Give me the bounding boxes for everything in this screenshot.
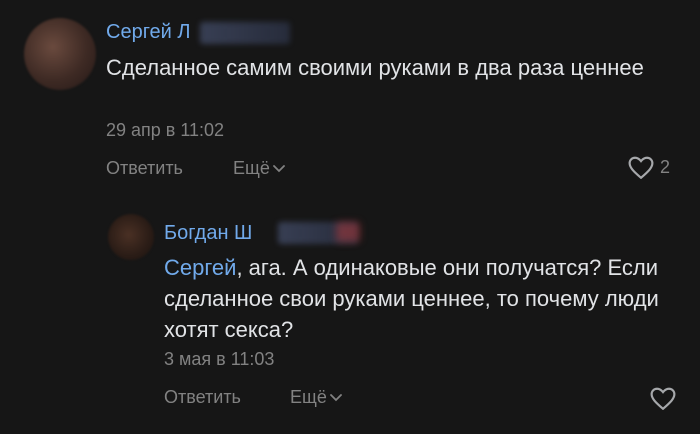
like-button[interactable]: 2 [628, 156, 670, 179]
comment-body: , ага. А одинаковые они получатся? Если … [164, 255, 659, 342]
comment-text: Сергей, ага. А одинаковые они получатся?… [164, 252, 664, 345]
more-label: Ещё [290, 387, 327, 407]
avatar[interactable] [24, 18, 96, 90]
reply-button[interactable]: Ответить [164, 387, 241, 408]
mention-link[interactable]: Сергей [164, 255, 236, 280]
more-button[interactable]: Ещё [233, 158, 285, 179]
like-button[interactable] [650, 387, 676, 410]
heart-outline-icon [650, 387, 676, 410]
like-count: 2 [660, 157, 671, 177]
chevron-down-icon [329, 394, 342, 402]
comment-author[interactable]: Богдан Ш [164, 222, 252, 245]
redacted-name-blur [200, 22, 290, 44]
comment-timestamp[interactable]: 3 мая в 11:03 [164, 349, 274, 370]
reply-button[interactable]: Ответить [106, 158, 183, 179]
avatar[interactable] [108, 214, 154, 260]
chevron-down-icon [272, 165, 285, 173]
heart-outline-icon [628, 156, 654, 179]
redacted-badge-blur [336, 222, 360, 242]
comment-text: Сделанное самим своими руками в два раза… [106, 55, 644, 80]
comment-timestamp[interactable]: 29 апр в 11:02 [106, 120, 224, 141]
more-button[interactable]: Ещё [290, 387, 342, 408]
more-label: Ещё [233, 158, 270, 178]
comment-author[interactable]: Сергей Л [106, 21, 191, 44]
